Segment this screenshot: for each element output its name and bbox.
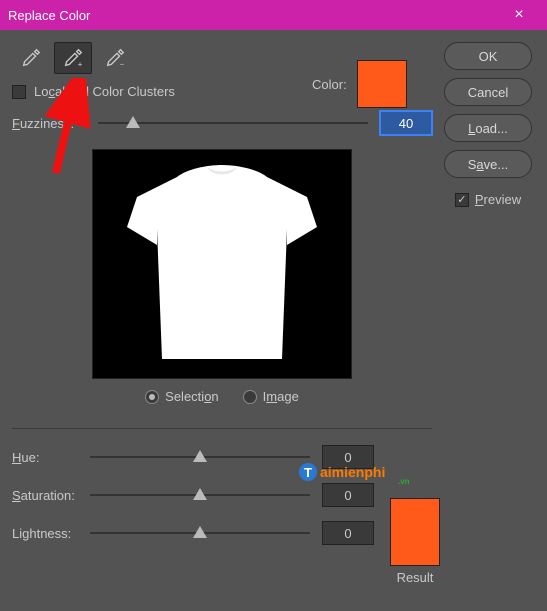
localized-clusters-checkbox[interactable] [12,85,26,99]
hue-slider[interactable] [90,456,310,458]
source-color-row: Color: [312,60,407,108]
fuzziness-label: Fuzziness: [12,116,86,131]
result-label: Result [390,570,440,585]
lightness-row: Lightness: [12,521,432,545]
fuzziness-thumb[interactable] [126,116,140,128]
divider [12,428,432,429]
color-label: Color: [312,77,347,92]
window-title: Replace Color [8,8,499,23]
hue-thumb[interactable] [193,450,207,462]
view-mode-row: Selection Image [12,389,432,404]
dialog-body: + − Color: Localized Color Clusters Fuzz… [0,30,547,611]
selection-radio[interactable]: Selection [145,389,219,404]
svg-text:aimienphi: aimienphi [320,464,385,480]
ok-button[interactable]: OK [444,42,532,70]
preview-toggle-row: ✓ Preview [455,192,521,207]
saturation-thumb[interactable] [193,488,207,500]
fuzziness-row: Fuzziness: [12,111,432,135]
eyedropper-subtract-tool[interactable]: − [96,42,134,74]
lightness-label: Lightness: [12,526,90,541]
save-button[interactable]: Save... [444,150,532,178]
titlebar: Replace Color × [0,0,547,30]
eyedropper-minus-icon: − [104,47,126,69]
localized-clusters-label: Localized Color Clusters [34,84,175,99]
saturation-label: Saturation: [12,488,90,503]
eyedropper-add-tool[interactable]: + [54,42,92,74]
watermark-icon: T aimienphi .vn [298,458,418,488]
lightness-input[interactable] [322,521,374,545]
fuzziness-input[interactable] [380,111,432,135]
radio-icon [145,390,159,404]
svg-text:.vn: .vn [398,477,410,486]
cancel-button[interactable]: Cancel [444,78,532,106]
close-icon[interactable]: × [499,6,539,24]
hue-label: Hue: [12,450,90,465]
radio-icon [243,390,257,404]
result-color-swatch[interactable] [390,498,440,566]
load-button[interactable]: Load... [444,114,532,142]
image-label: Image [263,389,299,404]
watermark: T aimienphi .vn [298,458,418,491]
right-button-column: OK Cancel Load... Save... ✓ Preview [441,42,535,207]
svg-text:−: − [120,60,125,69]
eyedropper-icon [20,47,42,69]
svg-text:+: + [78,60,83,69]
lightness-slider[interactable] [90,532,310,534]
eyedropper-tool[interactable] [12,42,50,74]
preview-label: Preview [475,192,521,207]
saturation-slider[interactable] [90,494,310,496]
lightness-thumb[interactable] [193,526,207,538]
result-block: Result [390,498,440,585]
svg-text:T: T [304,465,312,480]
eyedropper-plus-icon: + [62,47,84,69]
fuzziness-slider[interactable] [98,122,368,124]
preview-checkbox[interactable]: ✓ [455,193,469,207]
image-radio[interactable]: Image [243,389,299,404]
source-color-swatch[interactable] [357,60,407,108]
selection-label: Selection [165,389,219,404]
tshirt-mask-icon [107,159,337,369]
selection-preview [92,149,352,379]
